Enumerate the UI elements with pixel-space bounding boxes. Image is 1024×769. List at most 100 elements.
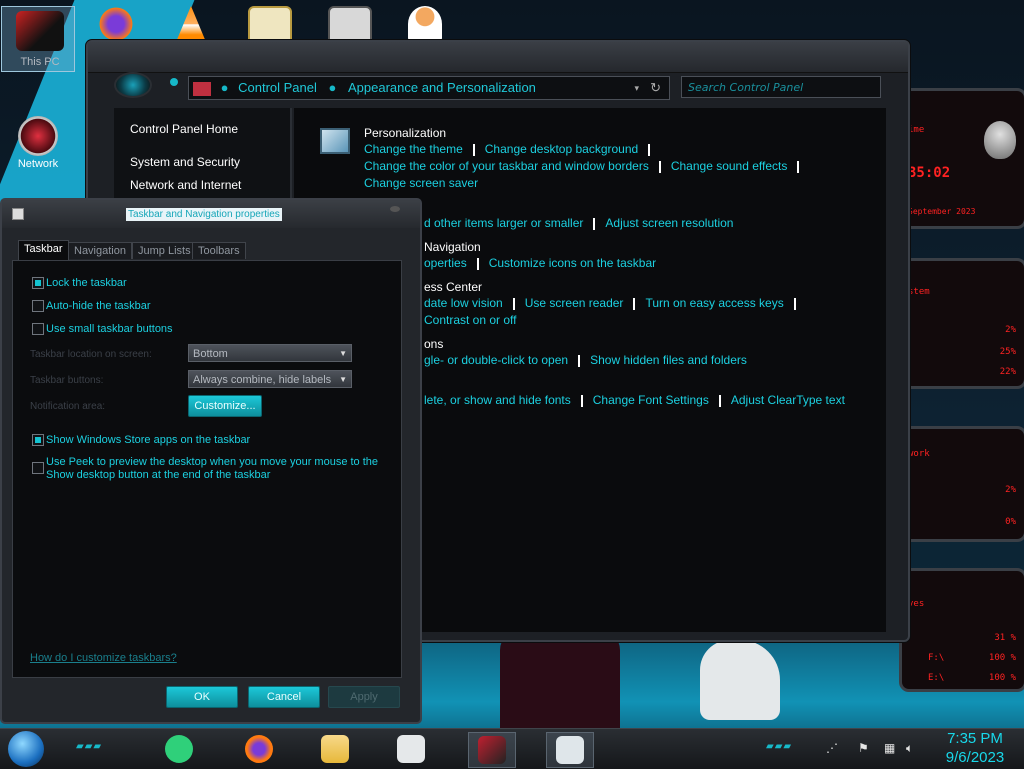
- taskbar-buttons-label: Taskbar buttons:: [30, 375, 104, 386]
- taskbar-navigation-heading[interactable]: Navigation: [424, 240, 481, 254]
- make-items-larger-link[interactable]: d other items larger or smaller: [424, 216, 583, 230]
- drives-gadget: ves 31 % F:\ 100 % E:\ 100 %: [899, 568, 1024, 692]
- personalization-heading[interactable]: Personalization: [364, 126, 446, 140]
- ease-of-access-heading[interactable]: ess Center: [424, 280, 482, 294]
- accommodate-low-vision-link[interactable]: date low vision: [424, 296, 503, 310]
- screen-reader-link[interactable]: Use screen reader: [525, 296, 624, 310]
- address-bar[interactable]: ● Control Panel ● Appearance and Persona…: [188, 76, 670, 100]
- location-label: Taskbar location on screen:: [30, 349, 152, 360]
- start-button-icon[interactable]: [8, 731, 44, 767]
- taskbar-app-notes[interactable]: [156, 732, 202, 766]
- volume-icon[interactable]: 🔈︎: [906, 741, 913, 756]
- change-sound-link[interactable]: Change sound effects: [671, 159, 788, 173]
- easy-access-keys-link[interactable]: Turn on easy access keys: [645, 296, 783, 310]
- taskbar-buttons-value: Always combine, hide labels: [193, 374, 332, 386]
- change-font-settings-link[interactable]: Change Font Settings: [593, 393, 709, 407]
- system-gadget: stem 2% 25% 22%: [899, 258, 1024, 389]
- drive-e-label: E:\: [928, 673, 945, 683]
- taskbar-navigation-links: operties Customize icons on the taskbar: [424, 256, 656, 270]
- firefox-icon: [245, 735, 273, 763]
- folder-options-heading[interactable]: ons: [424, 337, 443, 351]
- apply-button[interactable]: Apply: [328, 686, 400, 708]
- control-panel-titlebar[interactable]: [88, 42, 908, 73]
- taskbar: ▰▰▰ ▰▰▰ ⋰ ⚑ ▦ 🔈︎ 7:35 PM 9/6/2023: [0, 728, 1024, 769]
- this-pc-label: This PC: [20, 56, 60, 68]
- location-select[interactable]: Bottom ▼: [188, 344, 352, 362]
- folder-icon: [321, 735, 349, 763]
- sidebar-item-network-internet[interactable]: Network and Internet: [114, 178, 241, 192]
- high-contrast-link[interactable]: Contrast on or off: [424, 313, 517, 327]
- sidebar-item-home[interactable]: Control Panel Home: [114, 122, 238, 136]
- window-app-icon: [397, 735, 425, 763]
- change-theme-link[interactable]: Change the theme: [364, 142, 463, 156]
- taskbar-app-window[interactable]: [388, 732, 434, 766]
- refresh-icon[interactable]: ↻: [650, 77, 661, 99]
- small-buttons-checkbox[interactable]: [32, 323, 44, 335]
- breadcrumb-control-panel[interactable]: Control Panel: [238, 77, 317, 99]
- ok-button[interactable]: OK: [166, 686, 238, 708]
- dialog-title: Taskbar and Navigation properties: [126, 208, 282, 221]
- taskbar-app-firefox[interactable]: [236, 732, 282, 766]
- peek-label-line2[interactable]: Show desktop button at the end of the ta…: [46, 469, 270, 481]
- lock-taskbar-checkbox[interactable]: [32, 277, 44, 289]
- dialog-close-icon[interactable]: [390, 206, 400, 212]
- store-apps-checkbox[interactable]: [32, 434, 44, 446]
- dialog-titlebar[interactable]: Taskbar and Navigation properties: [2, 200, 420, 228]
- network-tray-icon[interactable]: ▦: [884, 741, 895, 755]
- taskbar-buttons-select[interactable]: Always combine, hide labels ▼: [188, 370, 352, 388]
- autohide-taskbar-checkbox[interactable]: [32, 300, 44, 312]
- lock-taskbar-label[interactable]: Lock the taskbar: [46, 277, 127, 289]
- breadcrumb-appearance[interactable]: Appearance and Personalization: [348, 77, 536, 99]
- customize-icons-link[interactable]: Customize icons on the taskbar: [489, 256, 656, 270]
- change-color-link[interactable]: Change the color of your taskbar and win…: [364, 159, 649, 173]
- autohide-taskbar-label[interactable]: Auto-hide the taskbar: [46, 300, 151, 312]
- help-link[interactable]: How do I customize taskbars?: [30, 652, 177, 664]
- fonts-links: lete, or show and hide fonts Change Font …: [424, 393, 845, 407]
- taskbar-decoration-left: ▰▰▰: [76, 741, 103, 752]
- system-value-3: 22%: [999, 367, 1016, 377]
- tab-navigation[interactable]: Navigation: [68, 242, 132, 259]
- small-buttons-label[interactable]: Use small taskbar buttons: [46, 323, 173, 335]
- back-icon[interactable]: [170, 78, 178, 86]
- taskbar-decoration-right: ▰▰▰: [766, 741, 793, 752]
- show-hidden-files-link[interactable]: Show hidden files and folders: [590, 353, 747, 367]
- peek-label-line1[interactable]: Use Peek to preview the desktop when you…: [46, 456, 378, 468]
- control-panel-icon: [478, 736, 506, 764]
- search-input[interactable]: Search Control Panel: [681, 76, 881, 98]
- store-apps-label[interactable]: Show Windows Store apps on the taskbar: [46, 434, 250, 446]
- firefox-desktop-icon[interactable]: [96, 6, 136, 42]
- alienware-logo-icon: [984, 121, 1016, 159]
- tab-taskbar[interactable]: Taskbar: [18, 240, 69, 260]
- network-desktop-icon[interactable]: Network: [1, 112, 75, 178]
- change-screensaver-link[interactable]: Change screen saver: [364, 176, 478, 190]
- tab-jump-lists[interactable]: Jump Lists: [132, 242, 197, 259]
- tab-toolbars[interactable]: Toolbars: [192, 242, 246, 259]
- taskbar-clock[interactable]: 7:35 PM 9/6/2023: [932, 729, 1018, 767]
- ease-of-access-links-2: Contrast on or off: [424, 313, 517, 327]
- peek-checkbox[interactable]: [32, 462, 44, 474]
- change-background-link[interactable]: Change desktop background: [485, 142, 638, 156]
- notification-area-label: Notification area:: [30, 401, 106, 412]
- system-title: stem: [908, 287, 930, 297]
- taskbar-app-controlpanel[interactable]: [468, 732, 516, 768]
- adjust-cleartype-link[interactable]: Adjust ClearType text: [731, 393, 845, 407]
- wallpaper-shoe: [700, 640, 780, 720]
- system-value-2: 25%: [999, 347, 1016, 357]
- adjust-resolution-link[interactable]: Adjust screen resolution: [605, 216, 733, 230]
- taskbar-app-explorer[interactable]: [312, 732, 358, 766]
- delete-fonts-link[interactable]: lete, or show and hide fonts: [424, 393, 571, 407]
- taskbar-properties-link[interactable]: operties: [424, 256, 467, 270]
- customize-button[interactable]: Customize...: [188, 395, 262, 417]
- action-center-flag-icon[interactable]: ⚑: [858, 741, 869, 755]
- sidebar-item-system-security[interactable]: System and Security: [114, 155, 240, 169]
- network-gadget-title: work: [908, 449, 930, 459]
- clock-date-text: 9/6/2023: [945, 749, 1005, 766]
- taskbar-app-properties[interactable]: [546, 732, 594, 768]
- user-desktop-icon[interactable]: [408, 6, 442, 42]
- address-dropdown-icon[interactable]: ▾: [634, 77, 639, 99]
- folder-options-links: gle- or double-click to open Show hidden …: [424, 353, 747, 367]
- single-double-click-link[interactable]: gle- or double-click to open: [424, 353, 568, 367]
- cancel-button[interactable]: Cancel: [248, 686, 320, 708]
- this-pc-desktop-icon[interactable]: This PC: [1, 6, 75, 72]
- drive-value-3: 100 %: [988, 673, 1016, 683]
